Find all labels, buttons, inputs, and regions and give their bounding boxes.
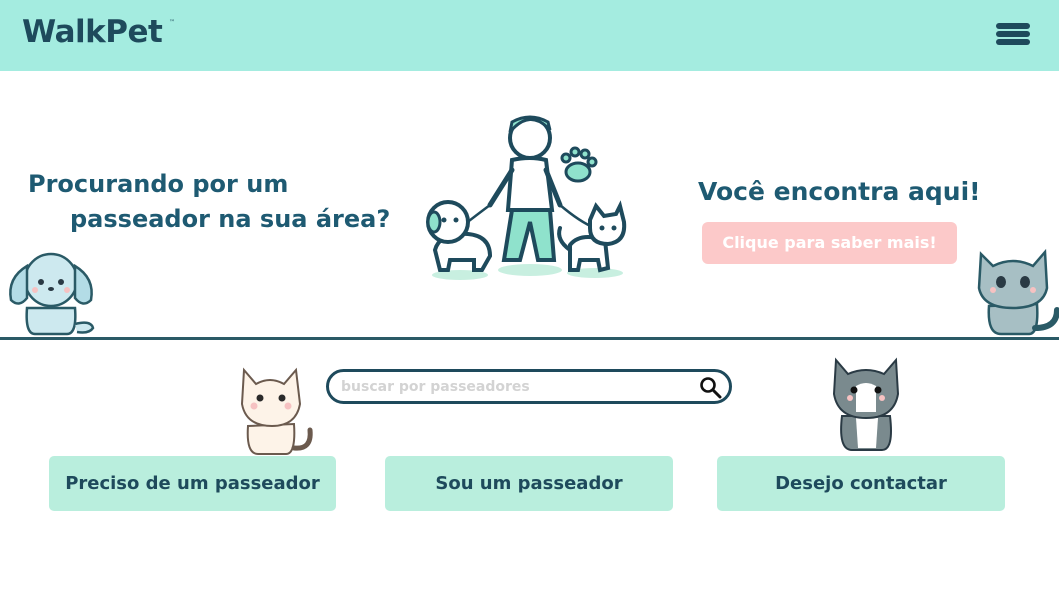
hamburger-menu-icon[interactable]	[996, 22, 1032, 48]
search-bar	[326, 369, 732, 404]
need-walker-button[interactable]: Preciso de um passeador	[49, 456, 336, 511]
grey-kitten-illustration	[977, 248, 1059, 336]
hero-question-line-1: Procurando por um	[28, 170, 289, 198]
top-header: WalkPet ™	[0, 0, 1059, 71]
walker-with-pets-illustration	[426, 115, 627, 280]
walkpet-logo[interactable]: WalkPet	[22, 14, 163, 50]
hero-answer-title: Você encontra aqui!	[698, 177, 981, 206]
hero-question-line-2: passeador na sua área?	[70, 205, 391, 233]
cream-kitten-illustration	[240, 367, 313, 455]
trademark-symbol: ™	[169, 19, 175, 26]
section-divider	[0, 337, 1059, 340]
am-walker-button[interactable]: Sou um passeador	[385, 456, 673, 511]
contact-button[interactable]: Desejo contactar	[717, 456, 1005, 511]
search-icon[interactable]	[699, 376, 723, 400]
search-input[interactable]	[341, 376, 681, 398]
tuxedo-kitten-illustration	[832, 357, 900, 451]
learn-more-button[interactable]: Clique para saber mais!	[702, 222, 957, 264]
puppy-illustration	[9, 252, 95, 336]
